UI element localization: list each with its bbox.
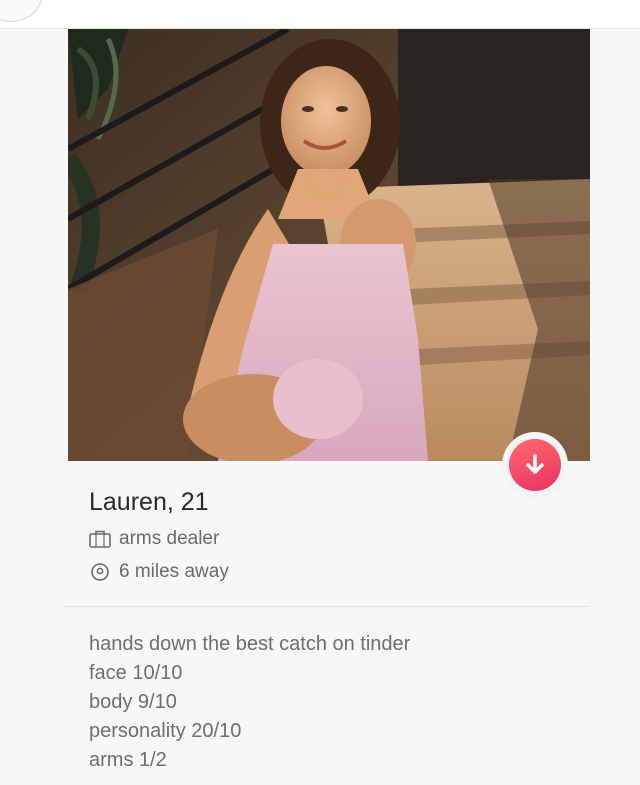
section-divider bbox=[64, 606, 590, 607]
top-bar-corner bbox=[0, 0, 42, 22]
bio: hands down the best catch on tinder face… bbox=[89, 630, 410, 775]
top-bar bbox=[0, 0, 640, 29]
bio-line: body 9/10 bbox=[89, 691, 177, 713]
bio-line: face 10/10 bbox=[89, 662, 183, 684]
bio-line: arms 1/2 bbox=[89, 749, 167, 771]
bio-line: hands down the best catch on tinder bbox=[89, 633, 411, 655]
distance-text: 6 miles away bbox=[119, 561, 229, 582]
distance-row: 6 miles away bbox=[89, 561, 229, 583]
open-profile-button-inner bbox=[509, 439, 561, 491]
profile-name-age: Lauren, 21 bbox=[89, 488, 209, 516]
arrow-down-icon bbox=[526, 454, 544, 474]
job-row: arms dealer bbox=[89, 528, 219, 550]
profile-photo[interactable] bbox=[68, 29, 590, 461]
profile-screen: Lauren, 21 arms dealer 6 miles away hand… bbox=[0, 0, 640, 785]
open-profile-button[interactable] bbox=[502, 432, 568, 498]
briefcase-icon bbox=[89, 528, 111, 550]
location-pin-icon bbox=[89, 561, 111, 583]
profile-photo-illustration bbox=[68, 29, 590, 461]
job-text: arms dealer bbox=[119, 528, 220, 549]
bio-line: personality 20/10 bbox=[89, 720, 242, 742]
